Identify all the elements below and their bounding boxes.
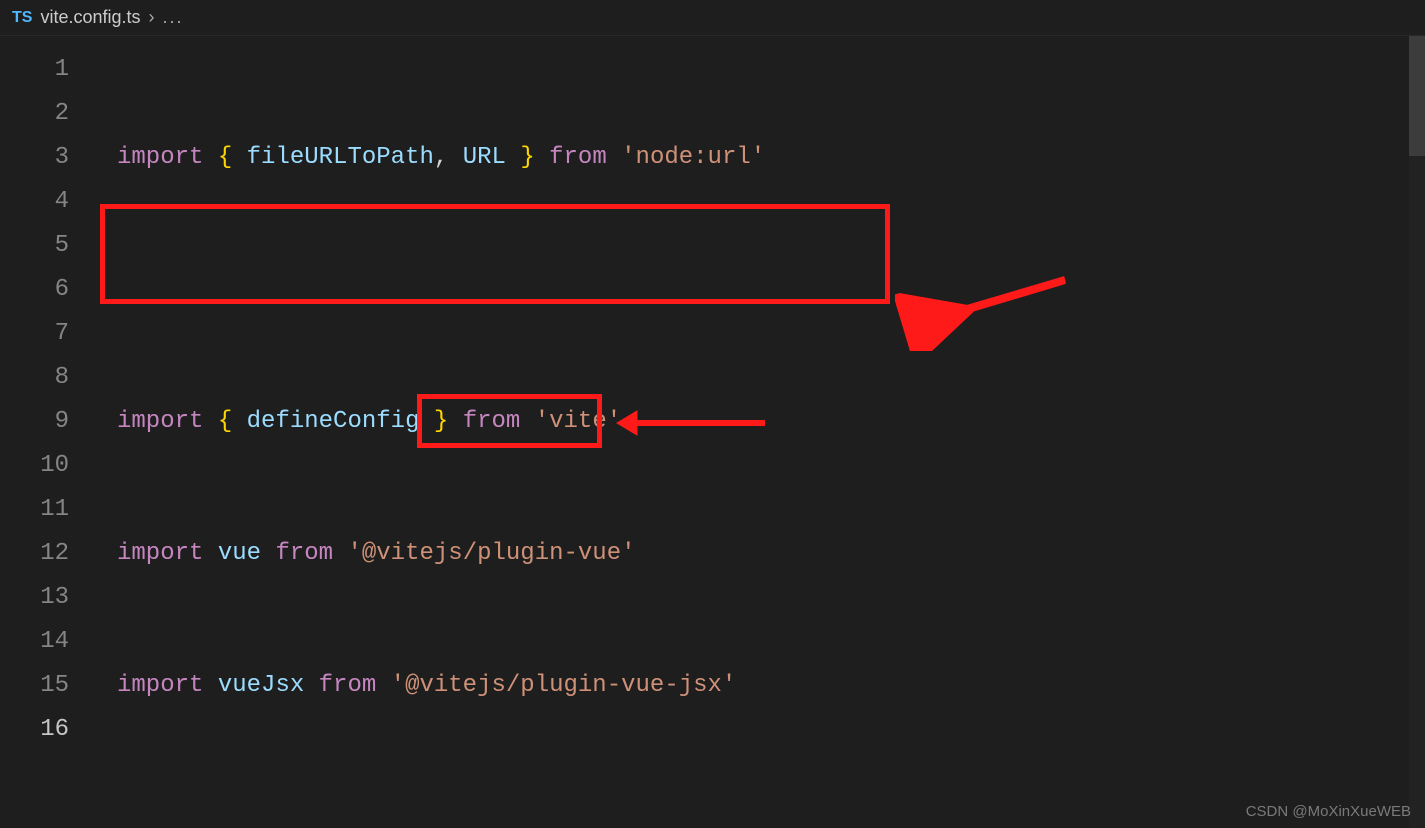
code-line[interactable]: import vue from '@vitejs/plugin-vue': [95, 532, 1425, 576]
code-area[interactable]: import { fileURLToPath, URL } from 'node…: [95, 36, 1425, 828]
code-editor[interactable]: 1 2 3 4 5 6 7 8 9 10 11 12 13 14 15 16 i…: [0, 36, 1425, 828]
line-number: 12: [0, 532, 95, 576]
line-number: 9: [0, 400, 95, 444]
line-number: 2: [0, 92, 95, 136]
line-number: 3: [0, 136, 95, 180]
line-number: 6: [0, 268, 95, 312]
watermark: CSDN @MoXinXueWEB: [1246, 803, 1411, 820]
code-line[interactable]: import vueJsx from '@vitejs/plugin-vue-j…: [95, 664, 1425, 708]
line-number: 15: [0, 664, 95, 708]
line-gutter: 1 2 3 4 5 6 7 8 9 10 11 12 13 14 15 16: [0, 36, 95, 828]
code-line[interactable]: [95, 796, 1425, 828]
line-number: 11: [0, 488, 95, 532]
line-number: 7: [0, 312, 95, 356]
breadcrumb-file[interactable]: vite.config.ts: [40, 7, 140, 28]
code-line[interactable]: [95, 268, 1425, 312]
code-line[interactable]: import { fileURLToPath, URL } from 'node…: [95, 136, 1425, 180]
line-number: 5: [0, 224, 95, 268]
line-number: 16: [0, 708, 95, 752]
line-number: 1: [0, 48, 95, 92]
scrollbar-thumb[interactable]: [1409, 36, 1425, 156]
line-number: 4: [0, 180, 95, 224]
code-line[interactable]: import { defineConfig } from 'vite': [95, 400, 1425, 444]
breadcrumb-symbol[interactable]: ...: [163, 7, 184, 28]
line-number: 8: [0, 356, 95, 400]
chevron-right-icon: ›: [149, 7, 155, 28]
breadcrumb[interactable]: TS vite.config.ts › ...: [0, 0, 1425, 36]
line-number: 10: [0, 444, 95, 488]
line-number: 14: [0, 620, 95, 664]
typescript-icon: TS: [12, 9, 32, 27]
scrollbar-track[interactable]: [1409, 36, 1425, 828]
line-number: 13: [0, 576, 95, 620]
